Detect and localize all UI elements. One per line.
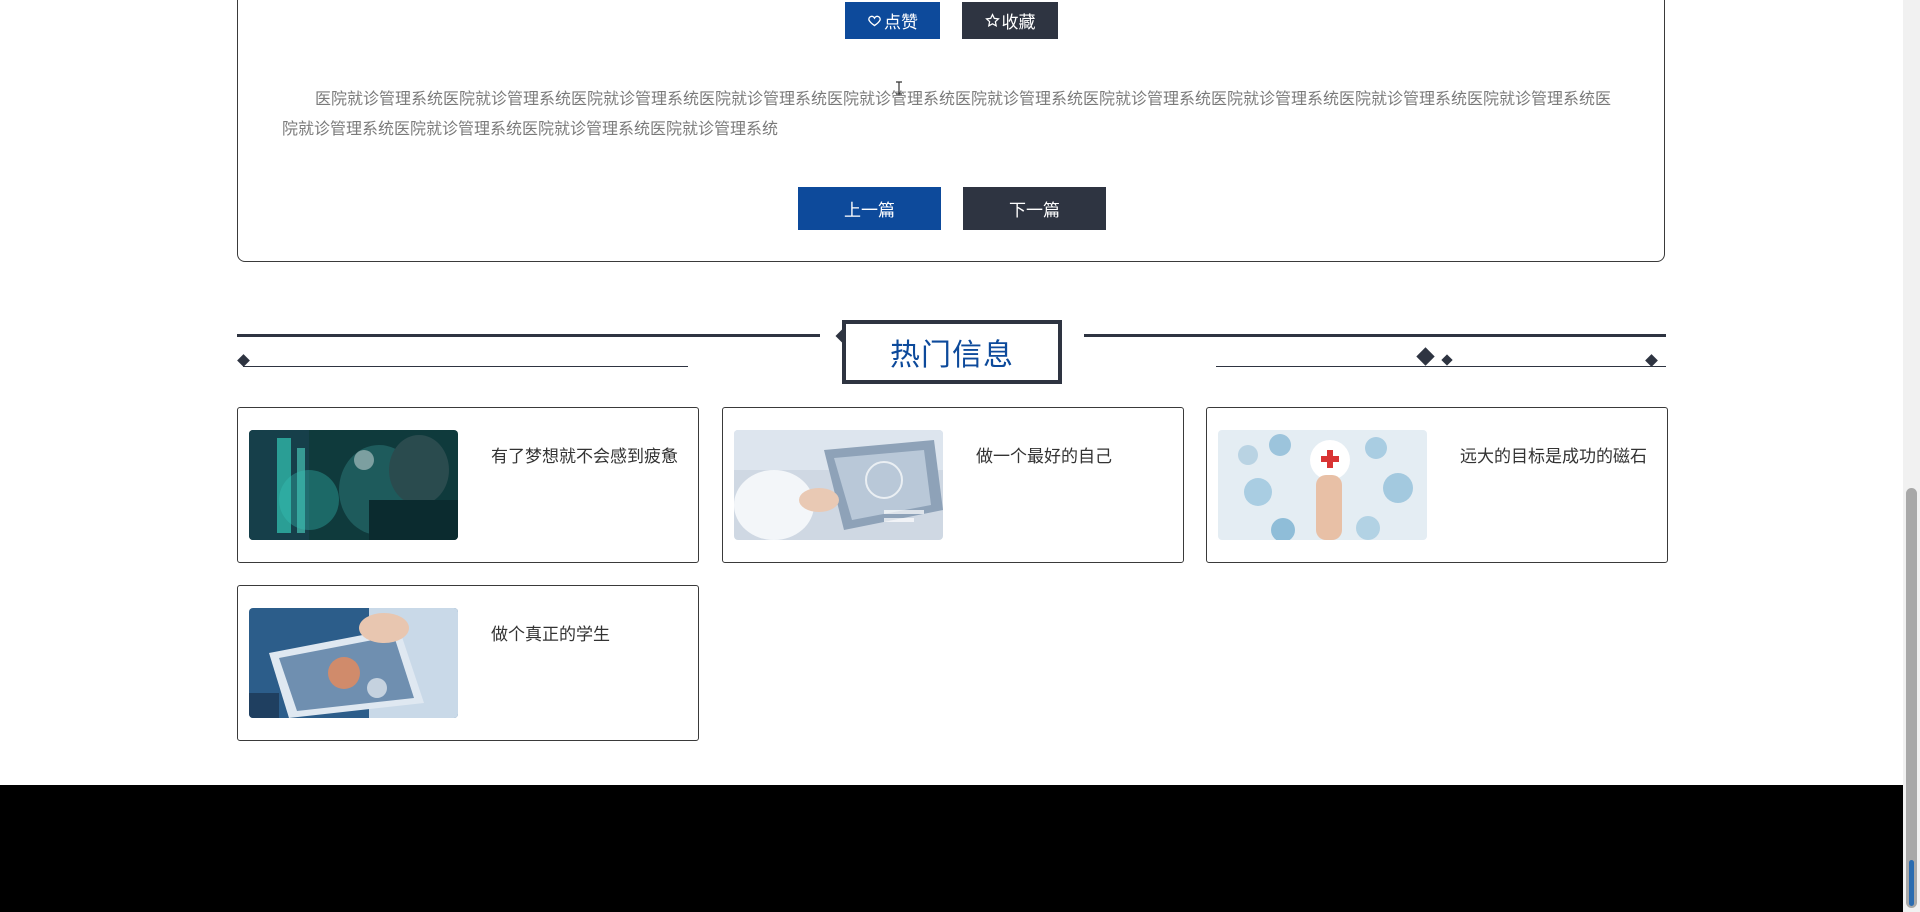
text-cursor-icon: [896, 81, 902, 95]
hot-info-card[interactable]: 做一个最好的自己: [722, 407, 1184, 563]
hot-info-title[interactable]: 做一个最好的自己: [976, 442, 1112, 467]
section-title-box: 热门信息: [842, 320, 1062, 384]
title-underline-left: [243, 366, 688, 367]
page: 点赞 收藏 医院就诊管理系统医院就诊管理系统医院就诊管理系统医院就诊管理系统医院…: [0, 0, 1920, 912]
hot-info-thumbnail[interactable]: [1218, 430, 1427, 540]
diamond-right-end: [1645, 354, 1658, 367]
hot-info-title[interactable]: 做个真正的学生: [491, 620, 610, 645]
next-article-label: 下一篇: [1009, 201, 1060, 221]
hot-info-card[interactable]: 做个真正的学生: [237, 585, 699, 741]
hot-info-thumbnail[interactable]: [249, 608, 458, 718]
diamond-right-small: [1441, 354, 1453, 366]
diamond-left-small: [237, 354, 250, 367]
article-body: 医院就诊管理系统医院就诊管理系统医院就诊管理系统医院就诊管理系统医院就诊管理系统…: [282, 89, 1612, 138]
hot-info-card[interactable]: 远大的目标是成功的磁石: [1206, 407, 1668, 563]
star-icon: [984, 13, 1000, 27]
title-underline-right: [1216, 366, 1666, 367]
favorite-label: 收藏: [1001, 13, 1036, 33]
hot-info-card[interactable]: 有了梦想就不会感到疲惫: [237, 407, 699, 563]
scrollbar-thumb[interactable]: [1906, 488, 1917, 908]
prev-article-button[interactable]: 上一篇: [798, 187, 941, 230]
hot-info-thumbnail[interactable]: [734, 430, 943, 540]
footer: [0, 785, 1920, 912]
heart-icon: [868, 15, 881, 27]
scrollbar-grip[interactable]: [1909, 860, 1914, 906]
section-title: 热门信息: [890, 338, 1014, 373]
prev-article-label: 上一篇: [844, 201, 895, 221]
favorite-button[interactable]: 收藏: [962, 2, 1058, 39]
like-button[interactable]: 点赞: [845, 2, 940, 39]
hot-info-title[interactable]: 有了梦想就不会感到疲惫: [491, 442, 678, 467]
hot-info-thumbnail[interactable]: [249, 430, 458, 540]
like-label: 点赞: [884, 13, 918, 33]
title-rule-left: [237, 334, 820, 337]
next-article-button[interactable]: 下一篇: [963, 187, 1106, 230]
hot-info-title[interactable]: 远大的目标是成功的磁石: [1460, 442, 1647, 467]
title-rule-right: [1084, 334, 1666, 337]
diamond-right-large: [1416, 347, 1435, 366]
